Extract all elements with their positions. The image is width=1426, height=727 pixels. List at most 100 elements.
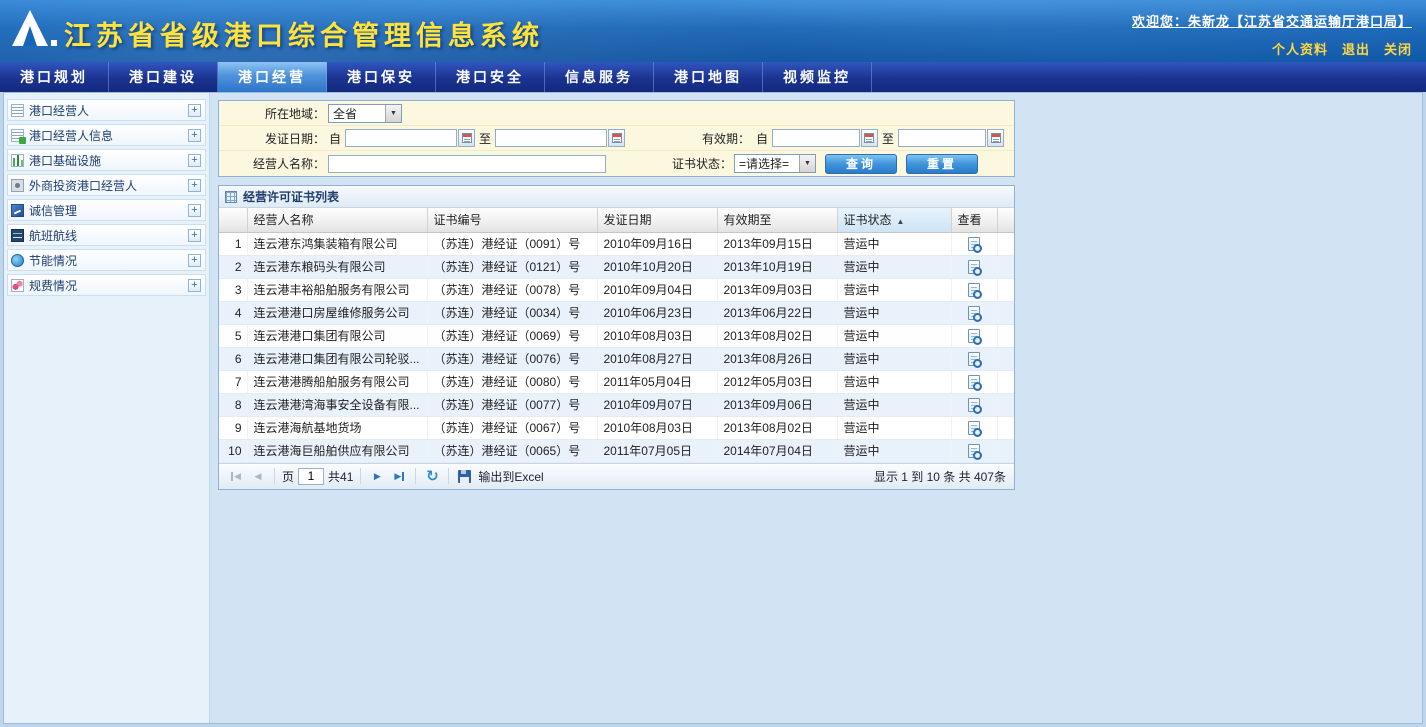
view-certificate-icon[interactable] xyxy=(968,352,980,366)
view-certificate-icon[interactable] xyxy=(968,283,980,297)
cert-no-cell: （苏连）港经证（0076）号 xyxy=(427,347,597,370)
cert-status-select[interactable]: =请选择= ▼ xyxy=(734,154,816,173)
calendar-icon[interactable] xyxy=(987,129,1004,147)
sidebar-item[interactable]: 港口经营人 + xyxy=(7,99,206,121)
col-cert-no[interactable]: 证书编号 xyxy=(427,208,597,232)
table-row[interactable]: 5 连云港港口集团有限公司 （苏连）港经证（0069）号 2010年08月03日… xyxy=(219,324,1014,347)
scroll-gutter xyxy=(997,232,1014,255)
view-certificate-icon[interactable] xyxy=(968,237,980,251)
view-certificate-icon[interactable] xyxy=(968,306,980,320)
prev-page-button[interactable]: ◀ xyxy=(249,467,267,485)
refresh-icon[interactable]: ↻ xyxy=(423,467,441,485)
table-row[interactable]: 8 连云港港湾海事安全设备有限... （苏连）港经证（0077）号 2010年0… xyxy=(219,393,1014,416)
issue-date-from-input[interactable] xyxy=(345,129,457,147)
view-certificate-icon[interactable] xyxy=(968,260,980,274)
row-number: 8 xyxy=(219,393,247,416)
expand-plus-icon[interactable]: + xyxy=(188,154,201,167)
valid-until-cell: 2012年05月03日 xyxy=(717,370,837,393)
expand-plus-icon[interactable]: + xyxy=(188,229,201,242)
next-page-button[interactable]: ▶ xyxy=(368,467,386,485)
status-cell: 营运中 xyxy=(837,232,951,255)
issue-date-to-input[interactable] xyxy=(495,129,607,147)
view-certificate-icon[interactable] xyxy=(968,375,980,389)
table-row[interactable]: 9 连云港海航基地货场 （苏连）港经证（0067）号 2010年08月03日 2… xyxy=(219,416,1014,439)
scroll-gutter xyxy=(997,278,1014,301)
expand-plus-icon[interactable]: + xyxy=(188,179,201,192)
table-row[interactable]: 6 连云港港口集团有限公司轮驳... （苏连）港经证（0076）号 2010年0… xyxy=(219,347,1014,370)
page-label: 页 xyxy=(282,468,294,485)
nav-tab[interactable]: 港口规划 xyxy=(0,62,109,92)
status-cell: 营运中 xyxy=(837,278,951,301)
view-certificate-icon[interactable] xyxy=(968,398,980,412)
page-number-input[interactable] xyxy=(298,468,324,485)
sidebar-item[interactable]: 外商投资港口经营人 + xyxy=(7,174,206,196)
table-row[interactable]: 3 连云港丰裕船舶服务有限公司 （苏连）港经证（0078）号 2010年09月0… xyxy=(219,278,1014,301)
user-link[interactable]: 关闭 xyxy=(1384,39,1412,58)
view-certificate-icon[interactable] xyxy=(968,329,980,343)
row-number: 3 xyxy=(219,278,247,301)
valid-until-cell: 2013年08月02日 xyxy=(717,416,837,439)
table-row[interactable]: 1 连云港东鸿集装箱有限公司 （苏连）港经证（0091）号 2010年09月16… xyxy=(219,232,1014,255)
col-status-sorted[interactable]: 证书状态▲ xyxy=(837,208,951,232)
table-row[interactable]: 10 连云港海巨船舶供应有限公司 （苏连）港经证（0065）号 2011年07月… xyxy=(219,439,1014,462)
sidebar-item[interactable]: 港口经营人信息 + xyxy=(7,124,206,146)
col-scroll-gutter xyxy=(997,208,1014,232)
operator-name-input[interactable] xyxy=(328,155,606,173)
table-row[interactable]: 4 连云港港口房屋维修服务公司 （苏连）港经证（0034）号 2010年06月2… xyxy=(219,301,1014,324)
table-row[interactable]: 7 连云港港腾船舶服务有限公司 （苏连）港经证（0080）号 2011年05月0… xyxy=(219,370,1014,393)
validity-to-input[interactable] xyxy=(898,129,986,147)
validity-from-input[interactable] xyxy=(772,129,860,147)
calendar-icon[interactable] xyxy=(608,129,625,147)
col-issue-date[interactable]: 发证日期 xyxy=(597,208,717,232)
nav-tab[interactable]: 港口保安 xyxy=(327,62,436,92)
status-cell: 营运中 xyxy=(837,439,951,462)
expand-plus-icon[interactable]: + xyxy=(188,129,201,142)
sidebar-item[interactable]: 航班航线 + xyxy=(7,224,206,246)
region-select[interactable]: 全省 ▼ xyxy=(328,104,402,123)
calendar-glyph xyxy=(462,133,472,143)
col-operator[interactable]: 经营人名称 xyxy=(247,208,427,232)
nav-tab[interactable]: 视频监控 xyxy=(763,62,872,92)
reset-button[interactable]: 重置 xyxy=(906,154,978,174)
status-cell: 营运中 xyxy=(837,416,951,439)
nav-tab[interactable]: 港口地图 xyxy=(654,62,763,92)
last-page-button[interactable]: ▶ xyxy=(390,467,408,485)
record-count-summary: 显示 1 到 10 条 共 407条 xyxy=(874,468,1006,485)
nav-tab-label: 信息服务 xyxy=(565,67,633,87)
nav-tab[interactable]: 港口安全 xyxy=(436,62,545,92)
sidebar-item[interactable]: 规费情况 + xyxy=(7,274,206,296)
view-certificate-icon[interactable] xyxy=(968,444,980,458)
calendar-icon[interactable] xyxy=(861,129,878,147)
nav-tab[interactable]: 信息服务 xyxy=(545,62,654,92)
view-certificate-icon[interactable] xyxy=(968,421,980,435)
nav-tab[interactable]: 港口经营 xyxy=(218,62,327,92)
region-label: 所在地域： xyxy=(219,105,325,122)
user-area: 欢迎您：朱新龙【江苏省交通运输厅港口局】 个人资料 退出 关闭 xyxy=(1132,11,1412,58)
user-link[interactable]: 个人资料 xyxy=(1272,39,1328,58)
first-page-button[interactable]: ◀ xyxy=(227,467,245,485)
col-valid-until[interactable]: 有效期至 xyxy=(717,208,837,232)
sidebar-item[interactable]: 节能情况 + xyxy=(7,249,206,271)
operator-name-cell: 连云港港腾船舶服务有限公司 xyxy=(247,370,427,393)
table-row[interactable]: 2 连云港东粮码头有限公司 （苏连）港经证（0121）号 2010年10月20日… xyxy=(219,255,1014,278)
expand-plus-icon[interactable]: + xyxy=(188,279,201,292)
operator-name-cell: 连云港港湾海事安全设备有限... xyxy=(247,393,427,416)
nav-tab-label: 港口经营 xyxy=(238,67,306,87)
user-links: 个人资料 退出 关闭 xyxy=(1132,39,1412,58)
sidebar-item[interactable]: 诚信管理 + xyxy=(7,199,206,221)
col-row-number xyxy=(219,208,247,232)
expand-plus-icon[interactable]: + xyxy=(188,104,201,117)
sidebar-item[interactable]: 港口基础设施 + xyxy=(7,149,206,171)
expand-plus-icon[interactable]: + xyxy=(188,204,201,217)
credit-management-icon xyxy=(11,204,24,217)
scroll-gutter xyxy=(997,416,1014,439)
status-cell: 营运中 xyxy=(837,255,951,278)
user-link[interactable]: 退出 xyxy=(1342,39,1370,58)
expand-plus-icon[interactable]: + xyxy=(188,254,201,267)
calendar-icon[interactable] xyxy=(458,129,475,147)
main-nav: 港口规划 港口建设 港口经营 港口保安 港口安全 信息服务 港口地图 视频监控 xyxy=(0,62,1426,92)
query-button[interactable]: 查询 xyxy=(825,154,897,174)
nav-tab[interactable]: 港口建设 xyxy=(109,62,218,92)
operator-name-cell: 连云港丰裕船舶服务有限公司 xyxy=(247,278,427,301)
export-excel-button[interactable]: 输出到Excel xyxy=(478,468,543,485)
